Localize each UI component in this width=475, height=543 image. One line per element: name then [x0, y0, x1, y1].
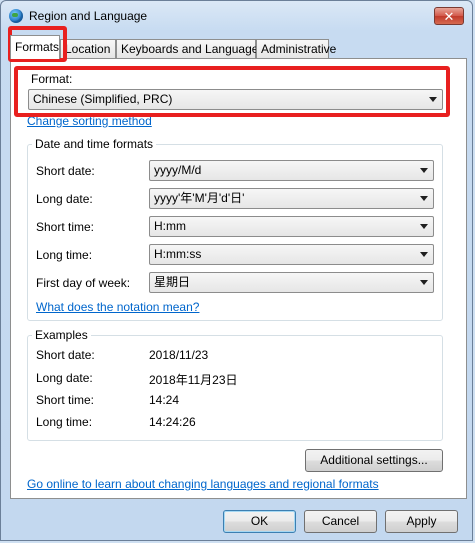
globe-icon: [9, 9, 23, 23]
long-date-value: yyyy'年'M'月'd'日': [154, 191, 245, 205]
long-time-value: H:mm:ss: [154, 247, 202, 261]
title-bar: Region and Language ✕: [1, 1, 472, 31]
additional-settings-button[interactable]: Additional settings...: [305, 449, 443, 472]
notation-help-link[interactable]: What does the notation mean?: [36, 300, 199, 314]
short-date-select[interactable]: yyyy/M/d: [149, 160, 434, 181]
example-long-time-value: 14:24:26: [149, 415, 196, 429]
tab-location[interactable]: Location: [60, 39, 116, 58]
chevron-down-icon: [429, 97, 437, 102]
format-select[interactable]: Chinese (Simplified, PRC): [28, 89, 443, 110]
example-long-date-label: Long date:: [36, 371, 93, 385]
tab-administrative[interactable]: Administrative: [256, 39, 336, 58]
chevron-down-icon: [420, 280, 428, 285]
tab-formats[interactable]: Formats: [10, 35, 60, 59]
example-long-date-value: 2018年11月23日: [149, 373, 238, 387]
long-time-select[interactable]: H:mm:ss: [149, 244, 434, 265]
short-time-value: H:mm: [154, 219, 186, 233]
ok-button[interactable]: OK: [223, 510, 296, 533]
short-date-value: yyyy/M/d: [154, 163, 202, 177]
close-icon: ✕: [443, 9, 455, 24]
example-long-time-label: Long time:: [36, 415, 93, 429]
example-short-time-label: Short time:: [36, 393, 95, 407]
tab-keyboards-and-languages[interactable]: Keyboards and Languages: [116, 39, 264, 58]
cancel-button[interactable]: Cancel: [304, 510, 377, 533]
example-short-time-value: 14:24: [149, 393, 180, 407]
date-time-formats-group: Date and time formats Short date: yyyy/M…: [27, 137, 443, 321]
short-date-label: Short date:: [36, 164, 95, 178]
first-day-of-week-label: First day of week:: [36, 276, 131, 290]
example-short-date-value: 2018/11/23: [149, 348, 209, 362]
chevron-down-icon: [420, 252, 428, 257]
long-time-label: Long time:: [36, 248, 93, 262]
window-title: Region and Language: [29, 9, 148, 23]
date-time-formats-title: Date and time formats: [32, 137, 157, 151]
close-button[interactable]: ✕: [434, 7, 464, 25]
formats-panel: Format: Chinese (Simplified, PRC) Change…: [10, 58, 467, 499]
chevron-down-icon: [420, 168, 428, 173]
first-day-of-week-value: 星期日: [154, 275, 191, 289]
example-short-date-label: Short date:: [36, 348, 95, 362]
first-day-of-week-select[interactable]: 星期日: [149, 272, 434, 293]
examples-group: Examples Short date: 2018/11/23 Long dat…: [27, 328, 443, 441]
format-label: Format:: [31, 72, 73, 86]
chevron-down-icon: [420, 224, 428, 229]
region-language-window: Region and Language ✕ Formats Location K…: [0, 0, 473, 541]
apply-button[interactable]: Apply: [385, 510, 458, 533]
examples-title: Examples: [32, 328, 91, 342]
change-sorting-method-link[interactable]: Change sorting method: [27, 114, 152, 128]
short-time-select[interactable]: H:mm: [149, 216, 434, 237]
long-date-label: Long date:: [36, 192, 93, 206]
format-select-value: Chinese (Simplified, PRC): [33, 92, 173, 106]
short-time-label: Short time:: [36, 220, 95, 234]
chevron-down-icon: [420, 196, 428, 201]
go-online-link[interactable]: Go online to learn about changing langua…: [27, 477, 379, 491]
long-date-select[interactable]: yyyy'年'M'月'd'日': [149, 188, 434, 209]
